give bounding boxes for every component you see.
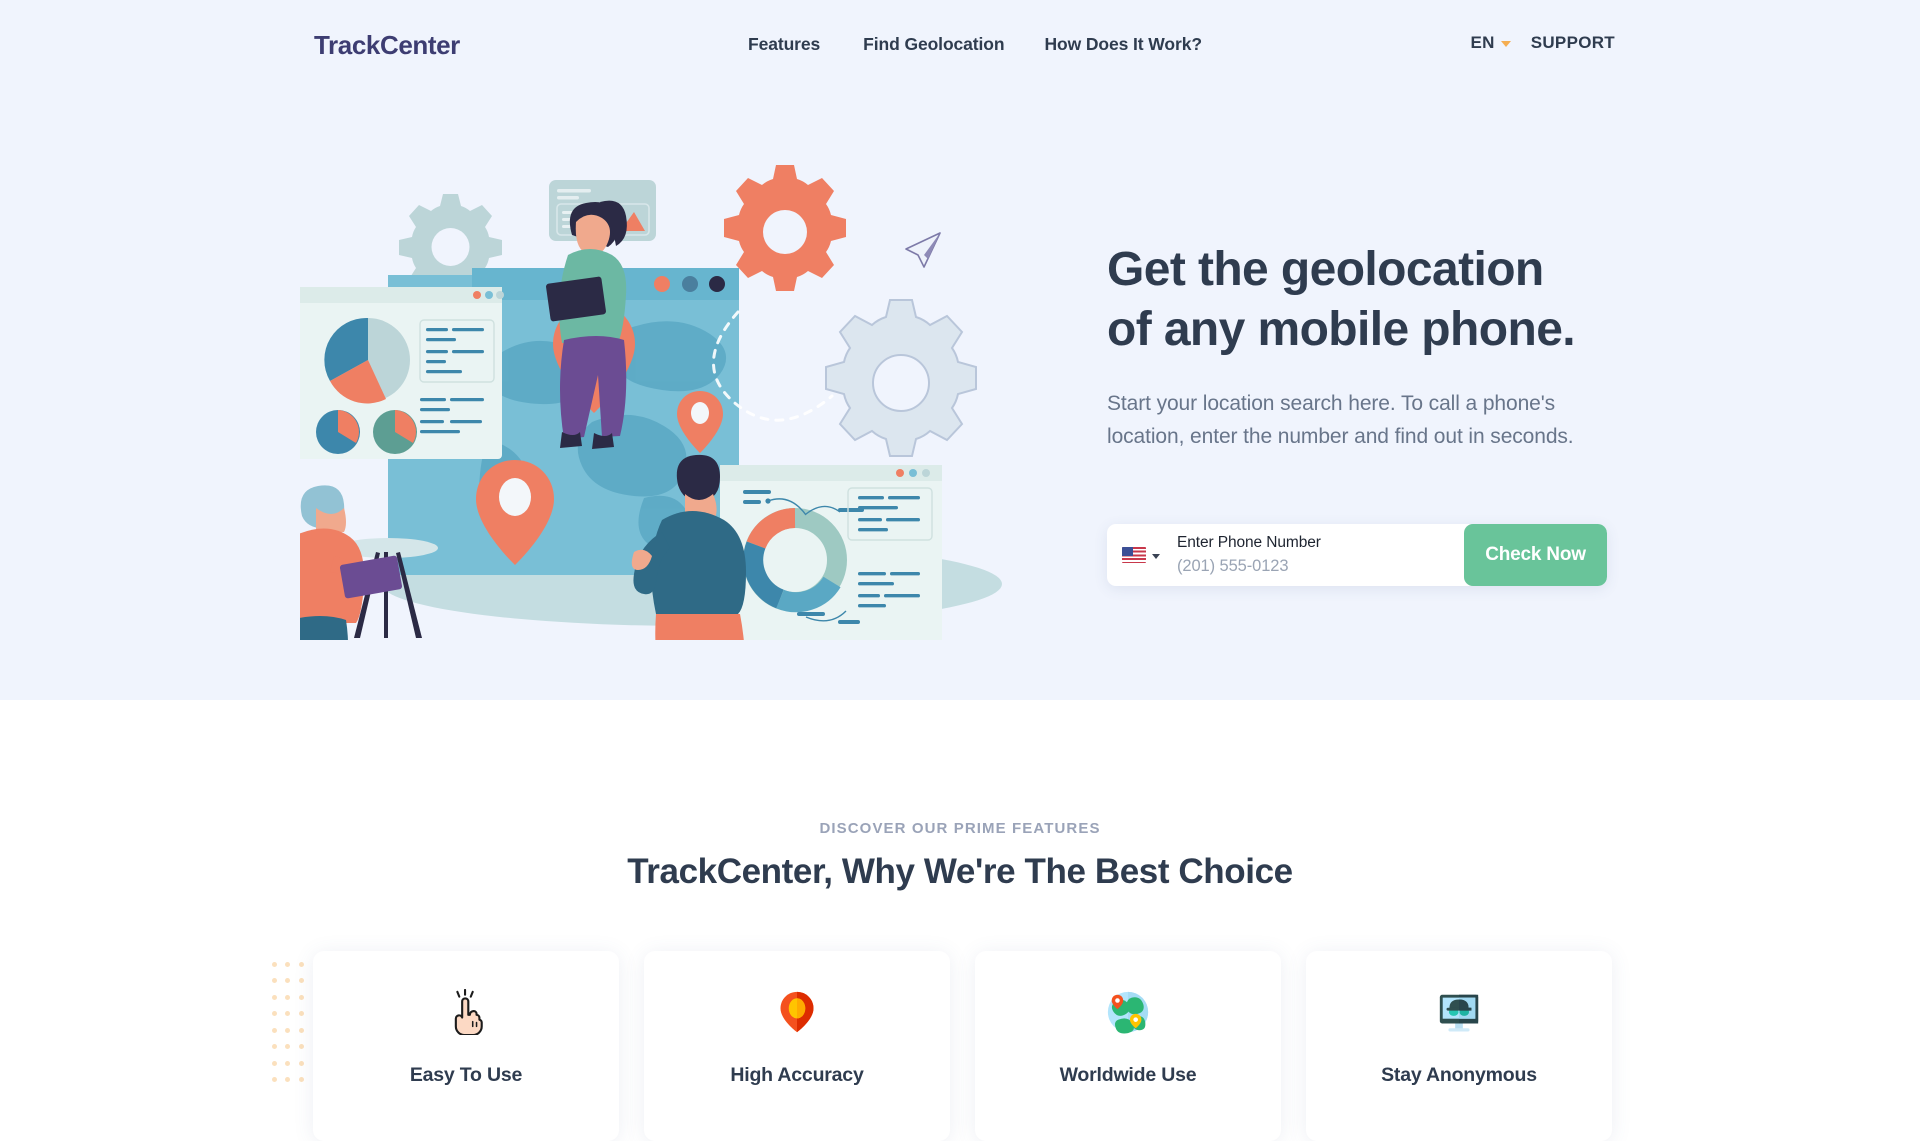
hero-copy: Get the geolocation of any mobile phone.… (1107, 240, 1607, 453)
chevron-down-icon (1500, 41, 1511, 47)
feature-card-worldwide-use[interactable]: Worldwide Use (975, 951, 1281, 1141)
dot-grid-decoration (268, 956, 308, 1083)
nav-link-how-does-it-work[interactable]: How Does It Work? (1044, 34, 1202, 55)
language-selector[interactable]: EN (1471, 33, 1511, 53)
phone-search-form: Enter Phone Number (201) 555-0123 Check … (1107, 524, 1607, 586)
features-title: TrackCenter, Why We're The Best Choice (627, 852, 1293, 891)
nav-link-find-geolocation[interactable]: Find Geolocation (863, 34, 1004, 55)
site-header: TrackCenter Features Find Geolocation Ho… (0, 0, 1920, 88)
feature-card-title: Easy To Use (409, 1064, 523, 1086)
map-pin-icon (772, 987, 822, 1037)
chevron-down-icon (1152, 553, 1160, 559)
paper-plane-icon (905, 232, 941, 268)
phone-input-placeholder: (201) 555-0123 (1177, 556, 1289, 575)
hero-section: TrackCenter Features Find Geolocation Ho… (0, 0, 1920, 727)
features-eyebrow: DISCOVER OUR PRIME FEATURES (819, 820, 1101, 837)
gear-icon (724, 165, 846, 291)
analytics-panel-right (720, 465, 942, 655)
header-utility-group: EN SUPPORT (1471, 33, 1616, 53)
monitor-spy-icon (1434, 987, 1484, 1037)
globe-pins-icon (1103, 987, 1153, 1037)
hero-title-line-2: of any mobile phone. (1107, 303, 1576, 357)
hero-subtitle: Start your location search here. To call… (1107, 391, 1574, 449)
nav-link-features[interactable]: Features (748, 34, 820, 55)
feature-card-title: Worldwide Use (1059, 1064, 1197, 1086)
feature-card-stay-anonymous[interactable]: Stay Anonymous (1306, 951, 1612, 1141)
support-link[interactable]: SUPPORT (1531, 33, 1615, 53)
feature-card-title: High Accuracy (730, 1064, 864, 1086)
hero-title: Get the geolocation of any mobile phone. (1107, 240, 1607, 361)
hero-illustration (282, 160, 1040, 727)
hero-title-line-1: Get the geolocation (1107, 243, 1544, 296)
pointing-hand-icon (441, 987, 491, 1037)
country-code-selector[interactable] (1107, 524, 1169, 586)
feature-cards-row: Easy To Use High Accuracy Worldwide Use … (313, 951, 1612, 1141)
site-logo[interactable]: TrackCenter (314, 30, 460, 61)
language-label: EN (1470, 33, 1495, 52)
flag-us-icon (1122, 547, 1146, 563)
gear-icon (825, 299, 977, 457)
phone-number-input[interactable]: Enter Phone Number (201) 555-0123 (1169, 524, 1464, 586)
phone-input-label: Enter Phone Number (1177, 533, 1321, 551)
feature-card-high-accuracy[interactable]: High Accuracy (644, 951, 950, 1141)
check-now-button[interactable]: Check Now (1464, 524, 1607, 586)
analytics-panel-left (292, 287, 504, 459)
feature-card-easy-to-use[interactable]: Easy To Use (313, 951, 619, 1141)
main-navigation: Features Find Geolocation How Does It Wo… (748, 34, 1202, 55)
feature-card-title: Stay Anonymous (1381, 1064, 1537, 1086)
